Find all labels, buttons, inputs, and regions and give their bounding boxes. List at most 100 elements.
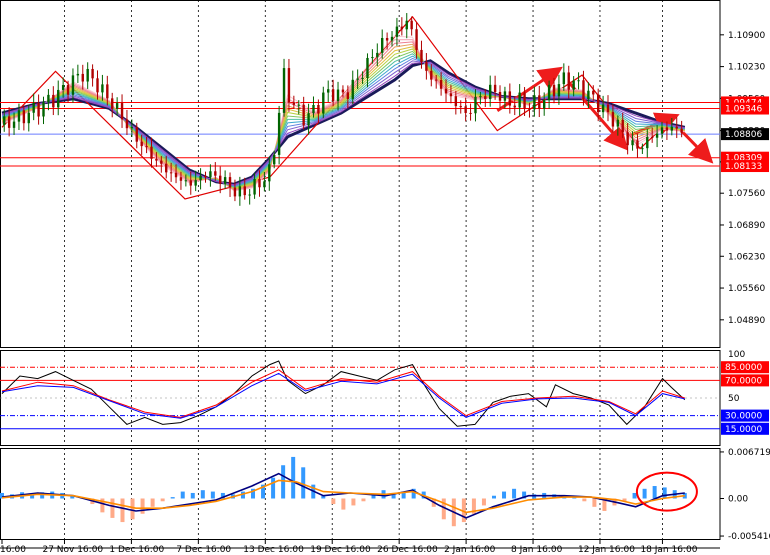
candle-body bbox=[420, 49, 423, 63]
candle-body bbox=[577, 80, 580, 82]
candle-body bbox=[346, 92, 350, 99]
candle-body bbox=[459, 106, 462, 108]
osc-level-tag-label: 30.0000 bbox=[725, 412, 762, 422]
candle-body bbox=[542, 100, 546, 109]
candle-body bbox=[184, 180, 188, 182]
candle-body bbox=[439, 80, 443, 89]
candle-body bbox=[47, 94, 50, 103]
candle-body bbox=[111, 98, 114, 109]
candle-body bbox=[150, 146, 153, 159]
candle-body bbox=[199, 175, 202, 181]
time-tick-label: 1 Dec 16:00 bbox=[109, 545, 164, 555]
candle-body bbox=[194, 180, 197, 186]
candle-body bbox=[444, 88, 448, 94]
candle-body bbox=[106, 84, 109, 99]
candle-body bbox=[680, 128, 683, 133]
candle-body bbox=[356, 78, 359, 80]
macd-histogram-bar bbox=[140, 498, 145, 514]
candle-body bbox=[297, 104, 300, 106]
candle-body bbox=[650, 136, 654, 138]
candle-body bbox=[96, 78, 99, 93]
macd-histogram-bar bbox=[301, 467, 306, 499]
candle-body bbox=[307, 113, 310, 126]
macd-histogram-bar bbox=[150, 498, 155, 507]
candle-body bbox=[405, 20, 408, 30]
osc-level-tag-label: 15.0000 bbox=[725, 425, 762, 435]
candle-body bbox=[636, 140, 639, 149]
macd-tick-label: 0.006719 bbox=[728, 448, 770, 458]
candle-body bbox=[587, 90, 590, 100]
chart-window: 1.109001.102301.095601.088801.082201.075… bbox=[0, 0, 770, 555]
price-tag-label: 1.08133 bbox=[725, 162, 762, 172]
candle-body bbox=[376, 52, 379, 58]
candle-body bbox=[596, 94, 600, 113]
candle-body bbox=[660, 127, 664, 134]
candle-body bbox=[528, 108, 531, 110]
macd-histogram-bar bbox=[632, 492, 637, 499]
osc-level-tag-label: 70.0000 bbox=[725, 376, 762, 386]
time-tick-label: 8 Jan 16:00 bbox=[511, 545, 563, 555]
candle-body bbox=[86, 68, 89, 82]
candle-body bbox=[302, 104, 305, 126]
candle-body bbox=[3, 116, 6, 125]
candle-body bbox=[248, 194, 251, 196]
candle-body bbox=[179, 177, 183, 181]
candle-body bbox=[400, 26, 404, 30]
macd-histogram-bar bbox=[491, 495, 496, 499]
candle-body bbox=[228, 177, 232, 188]
macd-histogram-bar bbox=[190, 492, 195, 499]
candle-body bbox=[464, 106, 467, 113]
macd-histogram-bar bbox=[210, 491, 215, 499]
candle-body bbox=[518, 92, 521, 108]
candle-body bbox=[52, 94, 55, 108]
candle-body bbox=[341, 89, 345, 93]
candle-body bbox=[425, 62, 428, 71]
candle-body bbox=[317, 104, 320, 114]
candle-body bbox=[169, 172, 173, 174]
candle-body bbox=[174, 172, 178, 178]
candle-body bbox=[488, 84, 492, 100]
candle-body bbox=[253, 178, 256, 195]
price-tick-label: 1.10900 bbox=[728, 31, 765, 41]
macd-histogram-bar bbox=[582, 498, 587, 502]
candle-body bbox=[557, 84, 561, 97]
candle-body bbox=[538, 95, 541, 109]
candle-body bbox=[125, 119, 129, 129]
candle-body bbox=[479, 96, 482, 98]
macd-histogram-bar bbox=[502, 491, 507, 499]
macd-histogram-bar bbox=[351, 498, 356, 506]
candle-body bbox=[415, 29, 418, 50]
candle-body bbox=[243, 186, 246, 196]
candle-body bbox=[601, 104, 605, 113]
candle-body bbox=[331, 89, 335, 102]
time-tick-label: 2 Jan 16:00 bbox=[444, 545, 496, 555]
candle-body bbox=[385, 38, 389, 41]
candle-body bbox=[351, 79, 354, 99]
candle-body bbox=[120, 103, 124, 120]
candle-body bbox=[655, 133, 659, 138]
price-tick-label: 1.04890 bbox=[728, 316, 765, 326]
candle-body bbox=[454, 96, 458, 107]
candle-body bbox=[336, 89, 340, 102]
candle-body bbox=[155, 158, 158, 161]
candle-body bbox=[204, 175, 207, 178]
candle-body bbox=[91, 68, 94, 79]
candle-body bbox=[469, 112, 472, 114]
candle-body bbox=[665, 127, 669, 131]
candle-body bbox=[322, 92, 325, 114]
candle-body bbox=[268, 164, 271, 182]
candle-body bbox=[435, 79, 438, 81]
candle-body bbox=[381, 38, 384, 53]
candle-body bbox=[312, 104, 315, 114]
candle-body bbox=[37, 103, 40, 117]
candle-body bbox=[76, 73, 80, 76]
candle-body bbox=[503, 91, 507, 101]
candle-body bbox=[567, 72, 570, 90]
price-tick-label: 1.06890 bbox=[728, 221, 765, 231]
time-tick-label: 27 Nov 16:00 bbox=[42, 545, 103, 555]
price-tick-label: 1.06230 bbox=[728, 252, 765, 262]
candle-body bbox=[42, 102, 45, 117]
candle-body bbox=[361, 78, 364, 80]
candle-body bbox=[366, 57, 369, 79]
candle-body bbox=[552, 84, 556, 97]
